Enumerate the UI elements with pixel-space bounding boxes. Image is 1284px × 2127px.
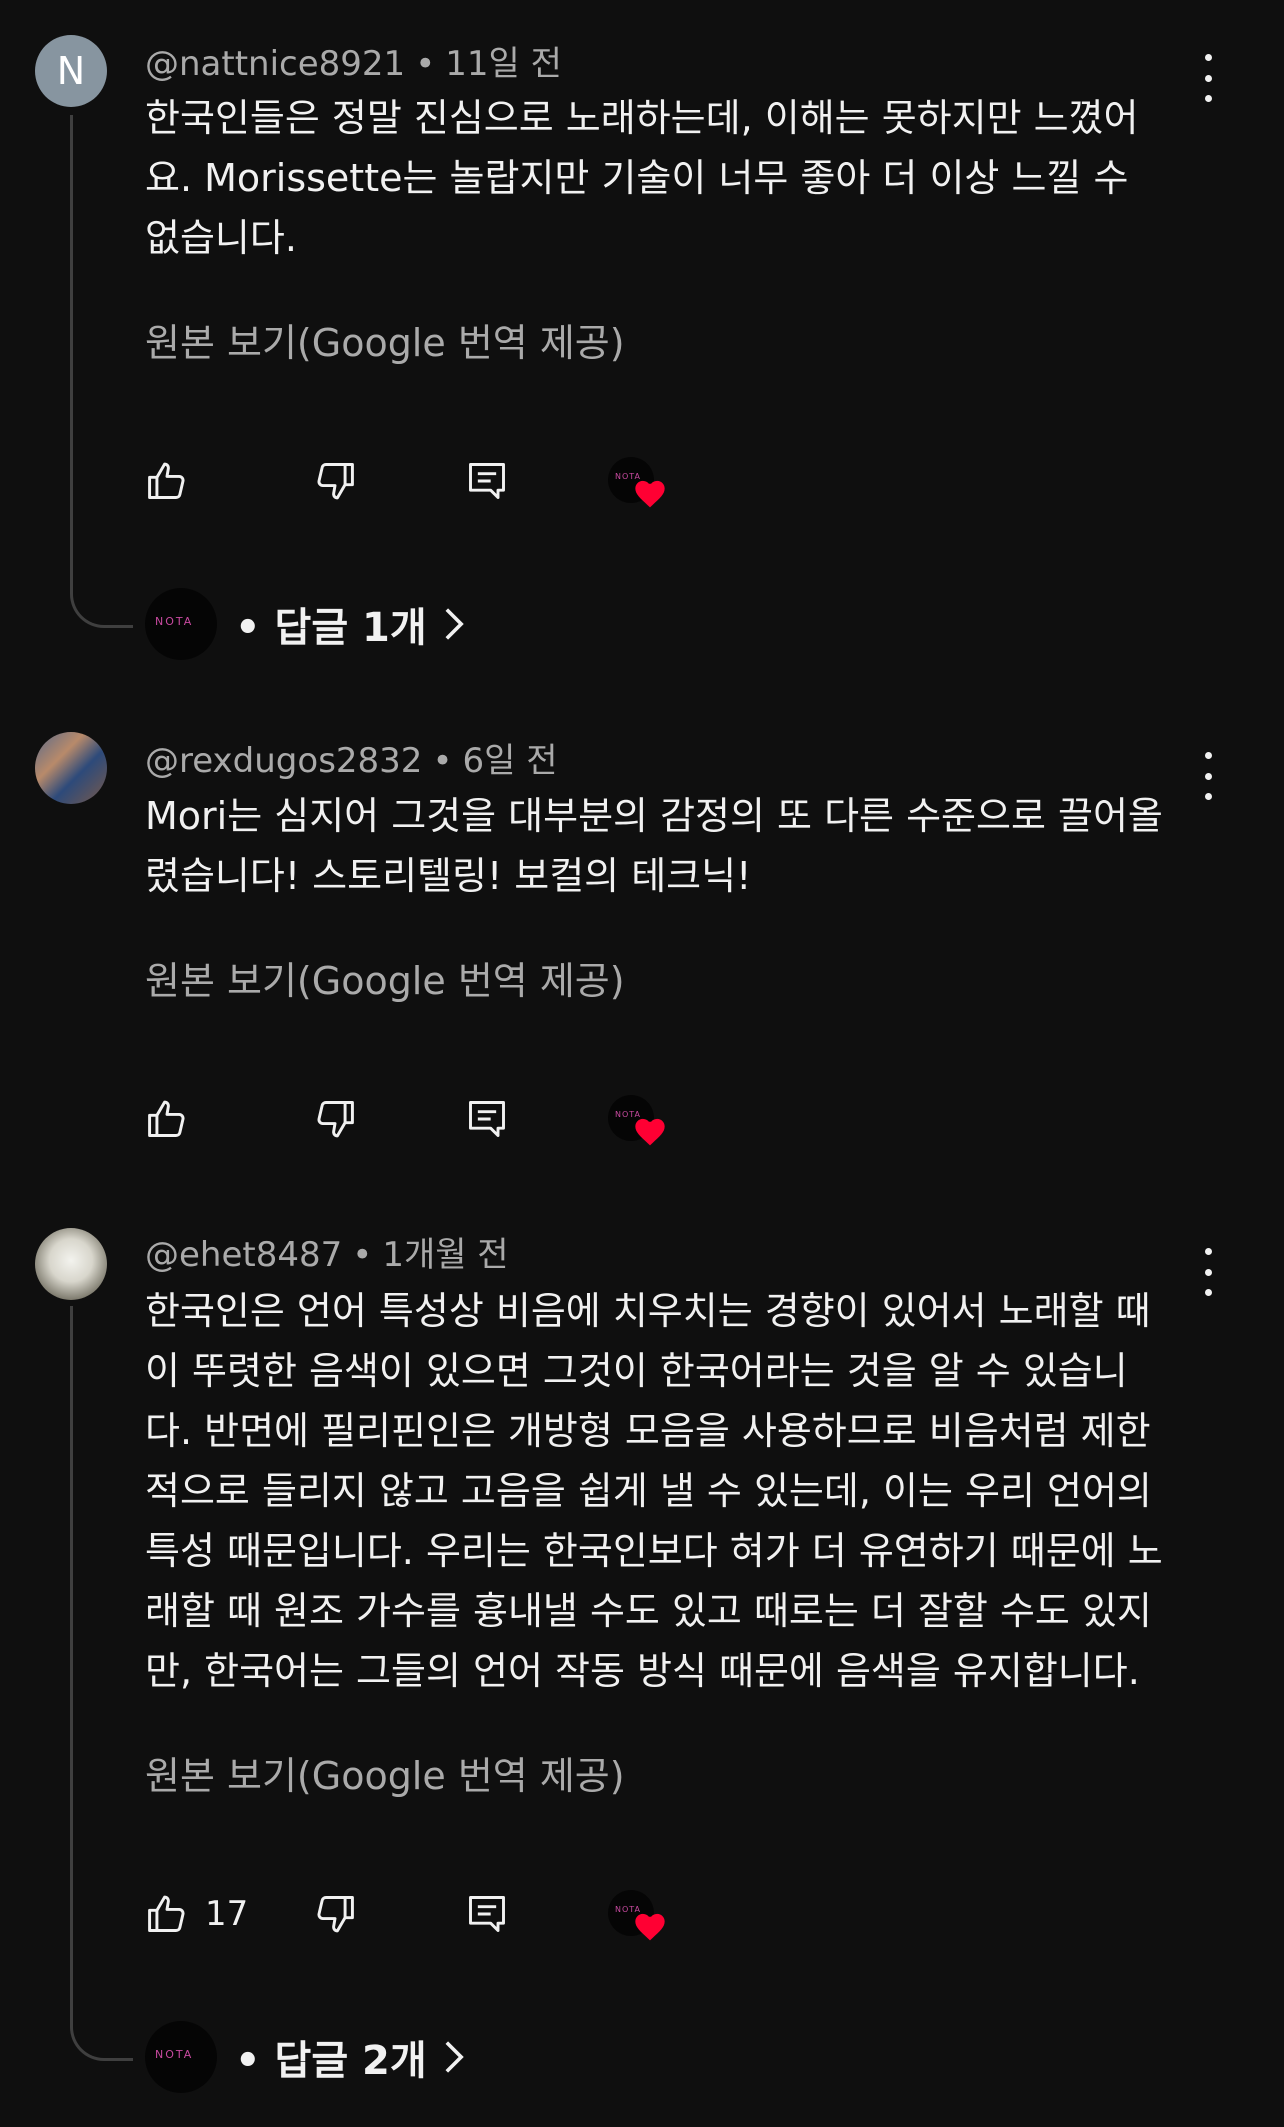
more-vert-icon[interactable] <box>1196 752 1220 800</box>
author-handle[interactable]: @nattnice8921 <box>145 44 405 84</box>
comment-line: 만, 한국어는 그들의 언어 작동 방식 때문에 음색을 유지합니다. <box>145 1649 1140 1693</box>
avatar[interactable]: N <box>35 35 107 107</box>
reply-count-label: • 답글 2개 <box>235 2038 427 2084</box>
like-button[interactable] <box>145 1093 189 1145</box>
creator-heart-icon <box>635 1118 665 1146</box>
comment-line: 다. 반면에 필리핀인은 개방형 모음을 사용하므로 비음처럼 제한 <box>145 1409 1151 1453</box>
more-vert-icon[interactable] <box>1196 54 1220 102</box>
comment-line: 래할 때 원조 가수를 흉내낼 수도 있고 때로는 더 잘할 수도 있지 <box>145 1589 1152 1633</box>
thumbs-up-icon <box>148 1100 185 1137</box>
avatar[interactable] <box>35 732 107 804</box>
channel-avatar: NOTA <box>145 588 217 660</box>
dislike-button[interactable] <box>313 455 357 507</box>
like-button[interactable] <box>145 455 189 507</box>
comment-text: 한국인들은 정말 진심으로 노래하는데, 이해는 못하지만 느꼈어 요. Mor… <box>145 88 1195 268</box>
creator-heart-badge: NOTA <box>608 457 665 508</box>
comment-line: 한국인은 언어 특성상 비음에 치우치는 경향이 있어서 노래할 때 <box>145 1289 1151 1333</box>
comment-line: 없습니다. <box>145 216 297 260</box>
comment-meta: @rexdugos2832 • 6일 전 <box>145 733 558 782</box>
thumbs-down-icon <box>317 1896 354 1933</box>
timestamp[interactable]: 1개월 전 <box>382 1235 508 1275</box>
creator-heart-icon <box>635 480 665 508</box>
creator-heart-badge: NOTA <box>608 1890 665 1941</box>
comment-meta: @ehet8487 • 1개월 전 <box>145 1227 509 1276</box>
creator-heart-icon <box>635 1913 665 1941</box>
dislike-button[interactable] <box>313 1888 357 1940</box>
thumbs-up-icon <box>148 1895 185 1932</box>
thread-line <box>70 115 133 628</box>
chevron-right-icon <box>445 608 464 640</box>
reply-button[interactable] <box>465 1888 509 1940</box>
action-bar: NOTA <box>145 1093 1045 1146</box>
separator-dot: • <box>352 1235 373 1275</box>
reply-button[interactable] <box>465 455 509 507</box>
creator-heart-badge: NOTA <box>608 1095 665 1146</box>
channel-avatar: NOTA <box>145 2021 217 2093</box>
comment-reply-icon <box>469 463 505 499</box>
separator-dot: • <box>415 44 436 84</box>
see-original-link[interactable]: 원본 보기(Google 번역 제공) <box>145 312 625 367</box>
action-bar: 17 NOTA <box>145 1888 1045 1941</box>
see-original-link[interactable]: 원본 보기(Google 번역 제공) <box>145 950 625 1005</box>
comment-line: Mori는 심지어 그것을 대부분의 감정의 또 다른 수준으로 끌어올 <box>145 794 1163 838</box>
comment-line: 적으로 들리지 않고 고음을 쉽게 낼 수 있는데, 이는 우리 언어의 <box>145 1469 1152 1513</box>
comment-line: 렸습니다! 스토리텔링! 보컬의 테크닉! <box>145 854 752 898</box>
timestamp[interactable]: 6일 전 <box>463 741 558 781</box>
separator-dot: • <box>432 741 453 781</box>
like-button[interactable]: 17 <box>145 1888 248 1940</box>
view-replies-button[interactable]: NOTA • 답글 1개 <box>145 588 465 660</box>
author-handle[interactable]: @ehet8487 <box>145 1235 342 1275</box>
comment-line: 특성 때문입니다. 우리는 한국인보다 혀가 더 유연하기 때문에 노 <box>145 1529 1163 1573</box>
more-vert-icon[interactable] <box>1196 1248 1220 1296</box>
avatar[interactable] <box>35 1228 107 1300</box>
comment-text: 한국인은 언어 특성상 비음에 치우치는 경향이 있어서 노래할 때 이 뚜렷한… <box>145 1281 1195 1701</box>
thumbs-down-icon <box>317 1101 354 1138</box>
see-original-link[interactable]: 원본 보기(Google 번역 제공) <box>145 1745 625 1800</box>
author-handle[interactable]: @rexdugos2832 <box>145 741 422 781</box>
action-bar: NOTA <box>145 455 1045 508</box>
thread-line <box>70 1306 133 2061</box>
comment-line: 한국인들은 정말 진심으로 노래하는데, 이해는 못하지만 느꼈어 <box>145 96 1139 140</box>
view-replies-button[interactable]: NOTA • 답글 2개 <box>145 2021 465 2093</box>
comment-reply-icon <box>469 1896 505 1932</box>
dislike-button[interactable] <box>313 1093 357 1145</box>
comment-meta: @nattnice8921 • 11일 전 <box>145 36 562 85</box>
chevron-right-icon <box>445 2041 464 2073</box>
thumbs-down-icon <box>317 463 354 500</box>
comment-line: 요. Morissette는 놀랍지만 기술이 너무 좋아 더 이상 느낄 수 <box>145 156 1129 200</box>
reply-button[interactable] <box>465 1093 509 1145</box>
comment-text: Mori는 심지어 그것을 대부분의 감정의 또 다른 수준으로 끌어올 렸습니… <box>145 786 1195 906</box>
comment-reply-icon <box>469 1101 505 1137</box>
comment-line: 이 뚜렷한 음색이 있으면 그것이 한국어라는 것을 알 수 있습니 <box>145 1349 1128 1393</box>
reply-count-label: • 답글 1개 <box>235 605 427 651</box>
timestamp[interactable]: 11일 전 <box>445 44 562 84</box>
thumbs-up-icon <box>148 462 185 499</box>
like-count: 17 <box>205 1894 249 1934</box>
